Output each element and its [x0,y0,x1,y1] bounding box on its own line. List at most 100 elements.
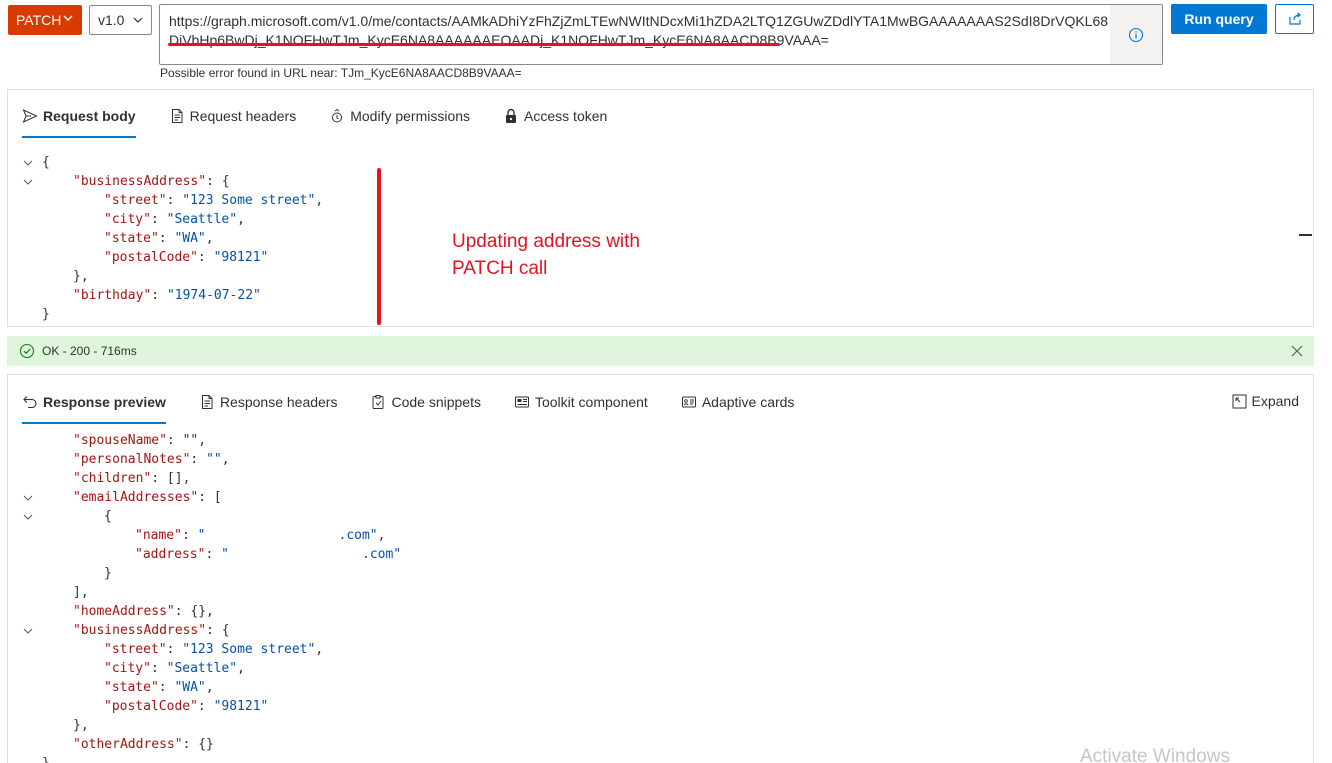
document-icon [201,395,213,409]
request-code-token: : [151,288,167,303]
response-preview-viewer[interactable]: "spouseName": "", "personalNotes": "", "ch… [22,431,401,763]
http-method-dropdown[interactable]: PATCH [8,5,82,35]
response-code-line: } [22,754,401,763]
request-code-token: "WA" [174,231,206,246]
response-tab-response-preview[interactable]: Response preview [22,386,166,424]
response-code-token: } [42,756,50,763]
response-code-token: : {} [182,737,214,752]
response-code-line: "address": " .com" [22,545,401,564]
status-text: OK - 200 - 716ms [42,344,137,358]
response-code-line: "state": "WA", [22,678,401,697]
response-code-line: "postalCode": "98121" [22,697,401,716]
expand-button[interactable]: Expand [1232,393,1299,409]
request-body-editor[interactable]: { "businessAddress": { "street": "123 Some… [22,153,323,324]
request-code-token: } [42,307,50,322]
response-code-line: "homeAddress": {}, [22,602,401,621]
response-tab-label: Code snippets [391,394,481,410]
response-code-token: : [ [198,490,222,505]
request-code-token: : [166,193,183,208]
response-code-line: { [22,507,401,526]
request-code-token: , [205,231,214,246]
fold-chevron-icon[interactable] [22,157,34,169]
request-tab-label: Request body [43,108,136,124]
response-code-line: "children": [], [22,469,401,488]
response-code-token: "postalCode" [104,699,198,714]
version-dropdown[interactable]: v1.0 [89,5,152,35]
request-code-line: "street": "123 Some street", [22,191,323,210]
response-code-token: : [], [151,471,191,486]
url-input[interactable]: https://graph.microsoft.com/v1.0/me/cont… [159,4,1163,65]
response-code-token: "123 Some street" [182,642,316,657]
url-error-message: Possible error found in URL near: TJm_Ky… [160,66,522,80]
request-code-token: { [42,155,50,170]
request-tab-modify-permissions[interactable]: Modify permissions [329,100,470,132]
request-code-line: { [22,153,323,172]
response-code-token: : [166,642,183,657]
response-code-line: "otherAddress": {} [22,735,401,754]
response-code-token: "address" [135,547,206,562]
undo-icon [23,396,37,409]
document-icon [171,109,183,123]
lock-icon [506,108,517,123]
response-code-token: , [205,680,214,695]
request-code-token: "Seattle" [166,212,238,227]
close-icon[interactable] [1290,344,1304,358]
request-code-token: , [237,212,245,227]
fold-chevron-icon[interactable] [22,511,34,523]
response-code-token: "state" [104,680,159,695]
share-button[interactable] [1275,4,1314,34]
response-tab-code-snippets[interactable]: Code snippets [370,386,481,418]
request-code-line: "postalCode": "98121" [22,248,323,267]
fold-chevron-icon[interactable] [22,176,34,188]
request-code-token: }, [73,269,89,284]
response-tab-toolkit-component[interactable]: Toolkit component [514,386,648,418]
http-method-label: PATCH [16,12,62,28]
request-code-line: } [22,305,323,324]
response-code-token: "WA" [174,680,206,695]
request-code-token: "businessAddress" [73,174,207,189]
request-code-token: "98121" [213,250,269,265]
fold-chevron-icon[interactable] [22,625,34,637]
response-tabs: Response preview Response headers Code sni… [22,386,827,424]
request-code-token: : [150,212,167,227]
card-icon [681,396,696,408]
response-tab-label: Response headers [219,394,338,410]
annotation-line-1: Updating address with [452,231,640,252]
response-code-token: "businessAddress" [73,623,207,638]
response-code-line: "businessAddress": { [22,621,401,640]
permissions-icon [332,108,343,123]
annotation-line-2: PATCH call [452,258,548,279]
request-tab-request-headers[interactable]: Request headers [169,100,297,132]
response-code-line: "city": "Seattle", [22,659,401,678]
toolkit-icon [514,396,529,408]
status-message-bar: OK - 200 - 716ms [7,336,1314,366]
chevron-down-icon [133,17,143,23]
collapse-handle[interactable] [1299,234,1312,236]
response-tab-adaptive-cards[interactable]: Adaptive cards [681,386,794,418]
response-code-token: "city" [104,661,151,676]
response-code-token: : [181,528,198,543]
response-tab-response-headers[interactable]: Response headers [199,386,338,418]
response-code-line: "name": " .com", [22,526,401,545]
url-info-button[interactable] [1110,5,1162,64]
request-code-token: "postalCode" [104,250,198,265]
response-code-token: "children" [73,471,152,486]
response-code-token: "otherAddress" [73,737,183,752]
request-tabs: Request body Request headers Modify permis… [22,100,640,138]
request-code-token: : { [206,174,230,189]
response-code-token: ], [73,585,89,600]
request-tab-access-token[interactable]: Access token [503,100,607,132]
response-code-token: " .com" [197,528,378,543]
response-code-token: } [104,566,112,581]
request-tab-request-body[interactable]: Request body [22,100,136,138]
request-code-line: "state": "WA", [22,229,323,248]
request-tab-label: Request headers [189,108,297,124]
run-query-button[interactable]: Run query [1171,4,1267,34]
response-code-token: : { [206,623,230,638]
request-tab-label: Access token [524,108,608,124]
annotation-text: Updating address with PATCH call [452,228,712,282]
info-icon [1128,27,1144,42]
request-code-token: "1974-07-22" [166,288,261,303]
response-code-token: "personalNotes" [73,452,191,467]
fold-chevron-icon[interactable] [22,492,34,504]
